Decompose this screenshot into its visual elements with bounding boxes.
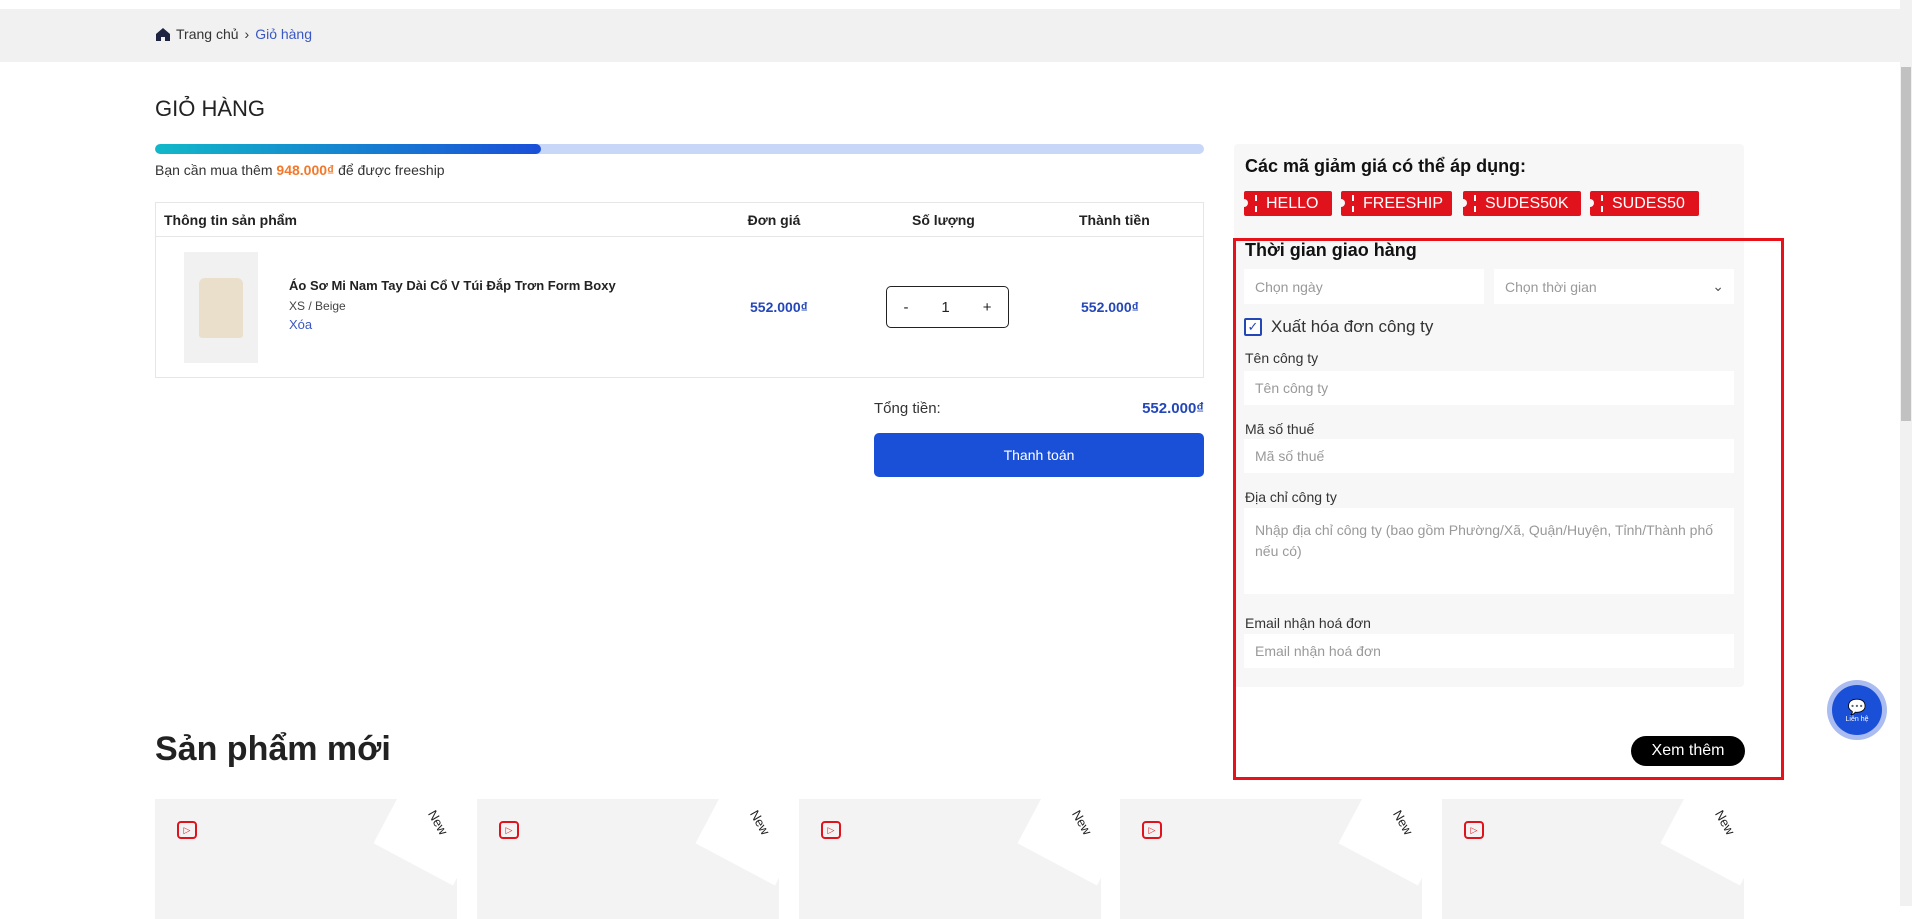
chevron-right-icon: › bbox=[244, 26, 250, 42]
header-product: Thông tin sản phẩm bbox=[164, 212, 297, 228]
freeship-prefix: Bạn cần mua thêm bbox=[155, 162, 277, 178]
table-header: Thông tin sản phẩm Đơn giá Số lượng Thàn… bbox=[156, 203, 1203, 237]
line-subtotal: 552.000₫ bbox=[1081, 299, 1139, 315]
product-variant: XS / Beige bbox=[289, 299, 346, 313]
product-card[interactable]: New ▷ bbox=[477, 799, 779, 919]
unit-price: 552.000₫ bbox=[750, 299, 808, 315]
breadcrumb-current: Giỏ hàng bbox=[255, 26, 313, 42]
coupon-freeship[interactable]: FREESHIP bbox=[1337, 191, 1452, 216]
coupon-sudes50[interactable]: SUDES50 bbox=[1586, 191, 1699, 216]
product-card[interactable]: New ▷ bbox=[1120, 799, 1422, 919]
highlight-box bbox=[1233, 238, 1784, 780]
header-subtotal: Thành tiền bbox=[1079, 212, 1150, 228]
coupon-sudes50k[interactable]: SUDES50K bbox=[1459, 191, 1581, 216]
video-play-icon[interactable]: ▷ bbox=[1142, 821, 1162, 839]
quantity-stepper: - 1 + bbox=[886, 286, 1009, 328]
page-title: GIỎ HÀNG bbox=[155, 96, 266, 121]
freeship-progress-fill bbox=[155, 144, 542, 154]
video-play-icon[interactable]: ▷ bbox=[177, 821, 197, 839]
qty-value[interactable]: 1 bbox=[941, 299, 949, 316]
product-image[interactable] bbox=[184, 252, 258, 363]
product-name[interactable]: Áo Sơ Mi Nam Tay Dài Cổ V Túi Đắp Trơn F… bbox=[289, 278, 616, 293]
remove-item-link[interactable]: Xóa bbox=[289, 317, 312, 332]
total-value: 552.000₫ bbox=[1142, 400, 1204, 417]
increase-qty-button[interactable]: + bbox=[983, 299, 992, 316]
breadcrumb: Trang chủ › Giỏ hàng bbox=[156, 26, 312, 42]
breadcrumb-home-link[interactable]: Trang chủ bbox=[176, 26, 239, 42]
header-qty: Số lượng bbox=[912, 212, 975, 228]
contact-chat-button[interactable]: 💬 Liên hệ bbox=[1832, 685, 1882, 735]
total-label: Tổng tiền: bbox=[874, 400, 941, 417]
scrollbar-thumb[interactable] bbox=[1901, 67, 1911, 421]
new-products-title: Sản phẩm mới bbox=[155, 730, 391, 768]
chat-label: Liên hệ bbox=[1845, 715, 1869, 723]
home-icon bbox=[156, 27, 170, 41]
see-more-button[interactable]: Xem thêm bbox=[1631, 736, 1745, 766]
cart-table: Thông tin sản phẩm Đơn giá Số lượng Thàn… bbox=[155, 202, 1204, 378]
freeship-message: Bạn cần mua thêm 948.000₫ để được freesh… bbox=[155, 162, 445, 178]
freeship-amount: 948.000₫ bbox=[276, 162, 335, 178]
product-card[interactable]: New ▷ bbox=[1442, 799, 1744, 919]
video-play-icon[interactable]: ▷ bbox=[499, 821, 519, 839]
freeship-progress bbox=[155, 144, 1204, 154]
product-card[interactable]: New ▷ bbox=[799, 799, 1101, 919]
decrease-qty-button[interactable]: - bbox=[903, 299, 908, 316]
freeship-suffix: để được freeship bbox=[334, 162, 445, 178]
video-play-icon[interactable]: ▷ bbox=[821, 821, 841, 839]
checkout-button[interactable]: Thanh toán bbox=[874, 433, 1204, 477]
product-card[interactable]: New ▷ bbox=[155, 799, 457, 919]
video-play-icon[interactable]: ▷ bbox=[1464, 821, 1484, 839]
chat-icon: 💬 bbox=[1847, 698, 1867, 716]
header-price: Đơn giá bbox=[747, 212, 801, 228]
coupon-hello[interactable]: HELLO bbox=[1240, 191, 1332, 216]
coupons-title: Các mã giảm giá có thể áp dụng: bbox=[1245, 156, 1527, 176]
